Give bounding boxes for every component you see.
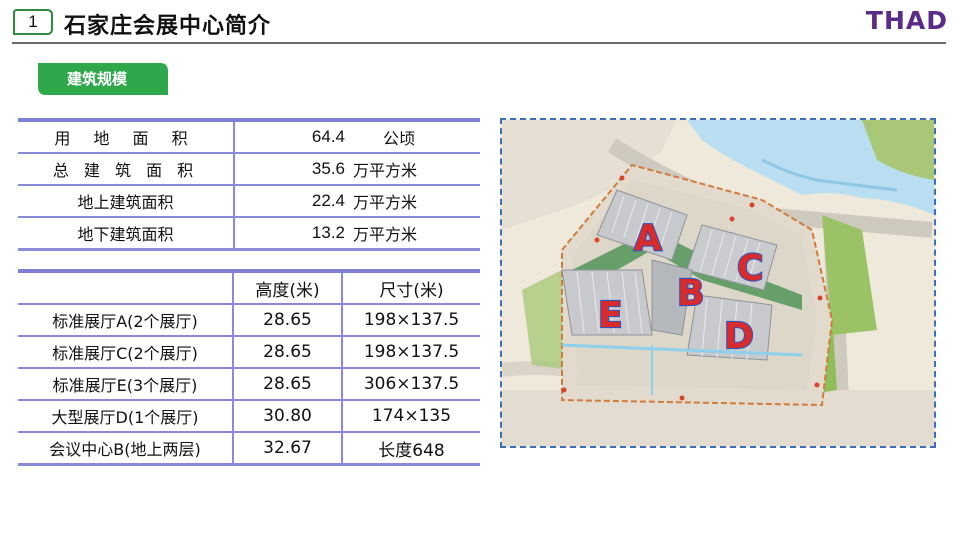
area-value: 35.6 — [311, 159, 345, 178]
section-number: 1 — [28, 12, 38, 31]
area-label: 地下建筑面积 — [18, 218, 235, 248]
hall-height: 32.67 — [234, 433, 343, 463]
table-row: 用 地 面 积 64.4 公顷 — [18, 122, 480, 154]
hall-size: 174×135 — [371, 406, 452, 426]
building-label-d: D — [724, 316, 754, 357]
column-header — [18, 273, 234, 303]
building-label-e: E — [598, 295, 623, 336]
section-number-badge: 1 — [13, 9, 53, 35]
table-row: 会议中心B(地上两层) 32.67 长度648 — [18, 433, 480, 466]
table-header-row: 高度(米) 尺寸(米) — [18, 273, 480, 305]
area-label: 总 建 筑 面 积 — [18, 154, 235, 184]
area-unit: 公顷 — [383, 129, 416, 148]
hall-height: 28.65 — [234, 337, 343, 367]
table-row: 标准展厅E(3个展厅) 28.65 306×137.5 — [18, 369, 480, 401]
hall-name: 大型展厅D(1个展厅) — [18, 401, 234, 431]
hall-name: 会议中心B(地上两层) — [18, 433, 234, 463]
hall-size: 306×137.5 — [363, 374, 460, 394]
brand-logo: THAD — [865, 6, 948, 35]
area-unit: 万平方米 — [353, 161, 418, 180]
page-title: 石家庄会展中心简介 — [64, 14, 272, 39]
area-value: 64.4 — [311, 127, 345, 146]
column-header: 高度(米) — [234, 273, 343, 303]
hall-height: 30.80 — [234, 401, 343, 431]
hall-name: 标准展厅E(3个展厅) — [18, 369, 234, 399]
table-row: 标准展厅C(2个展厅) 28.65 198×137.5 — [18, 337, 480, 369]
table-row: 地下建筑面积 13.2 万平方米 — [18, 218, 480, 251]
hall-height: 28.65 — [234, 369, 343, 399]
area-table: 用 地 面 积 64.4 公顷 总 建 筑 面 积 35.6 万平方米 地上建筑面积… — [18, 118, 480, 251]
area-value: 13.2 — [311, 223, 345, 242]
area-unit: 万平方米 — [353, 193, 418, 212]
hall-name: 标准展厅A(2个展厅) — [18, 305, 234, 335]
table-row: 标准展厅A(2个展厅) 28.65 198×137.5 — [18, 305, 480, 337]
area-label: 用 地 面 积 — [18, 122, 235, 152]
hall-size: 198×137.5 — [363, 310, 460, 330]
building-label-a: A — [634, 218, 662, 259]
header-divider — [12, 42, 946, 44]
area-value: 22.4 — [311, 191, 345, 210]
hall-size: 长度648 — [378, 440, 445, 461]
hall-size: 198×137.5 — [363, 342, 460, 362]
hall-name: 标准展厅C(2个展厅) — [18, 337, 234, 367]
building-label-b: B — [677, 273, 704, 314]
section-label-text: 建筑规模 — [66, 70, 127, 88]
section-label: 建筑规模 — [38, 63, 168, 95]
table-row: 地上建筑面积 22.4 万平方米 — [18, 186, 480, 218]
column-header: 尺寸(米) — [379, 280, 444, 301]
area-label: 地上建筑面积 — [18, 186, 235, 216]
area-unit: 万平方米 — [353, 225, 418, 244]
site-plan-image: A B C D E — [500, 118, 936, 448]
table-row: 总 建 筑 面 积 35.6 万平方米 — [18, 154, 480, 186]
hall-height: 28.65 — [234, 305, 343, 335]
table-row: 大型展厅D(1个展厅) 30.80 174×135 — [18, 401, 480, 433]
building-label-c: C — [737, 248, 763, 289]
hall-table: 高度(米) 尺寸(米) 标准展厅A(2个展厅) 28.65 198×137.5 … — [18, 269, 480, 466]
